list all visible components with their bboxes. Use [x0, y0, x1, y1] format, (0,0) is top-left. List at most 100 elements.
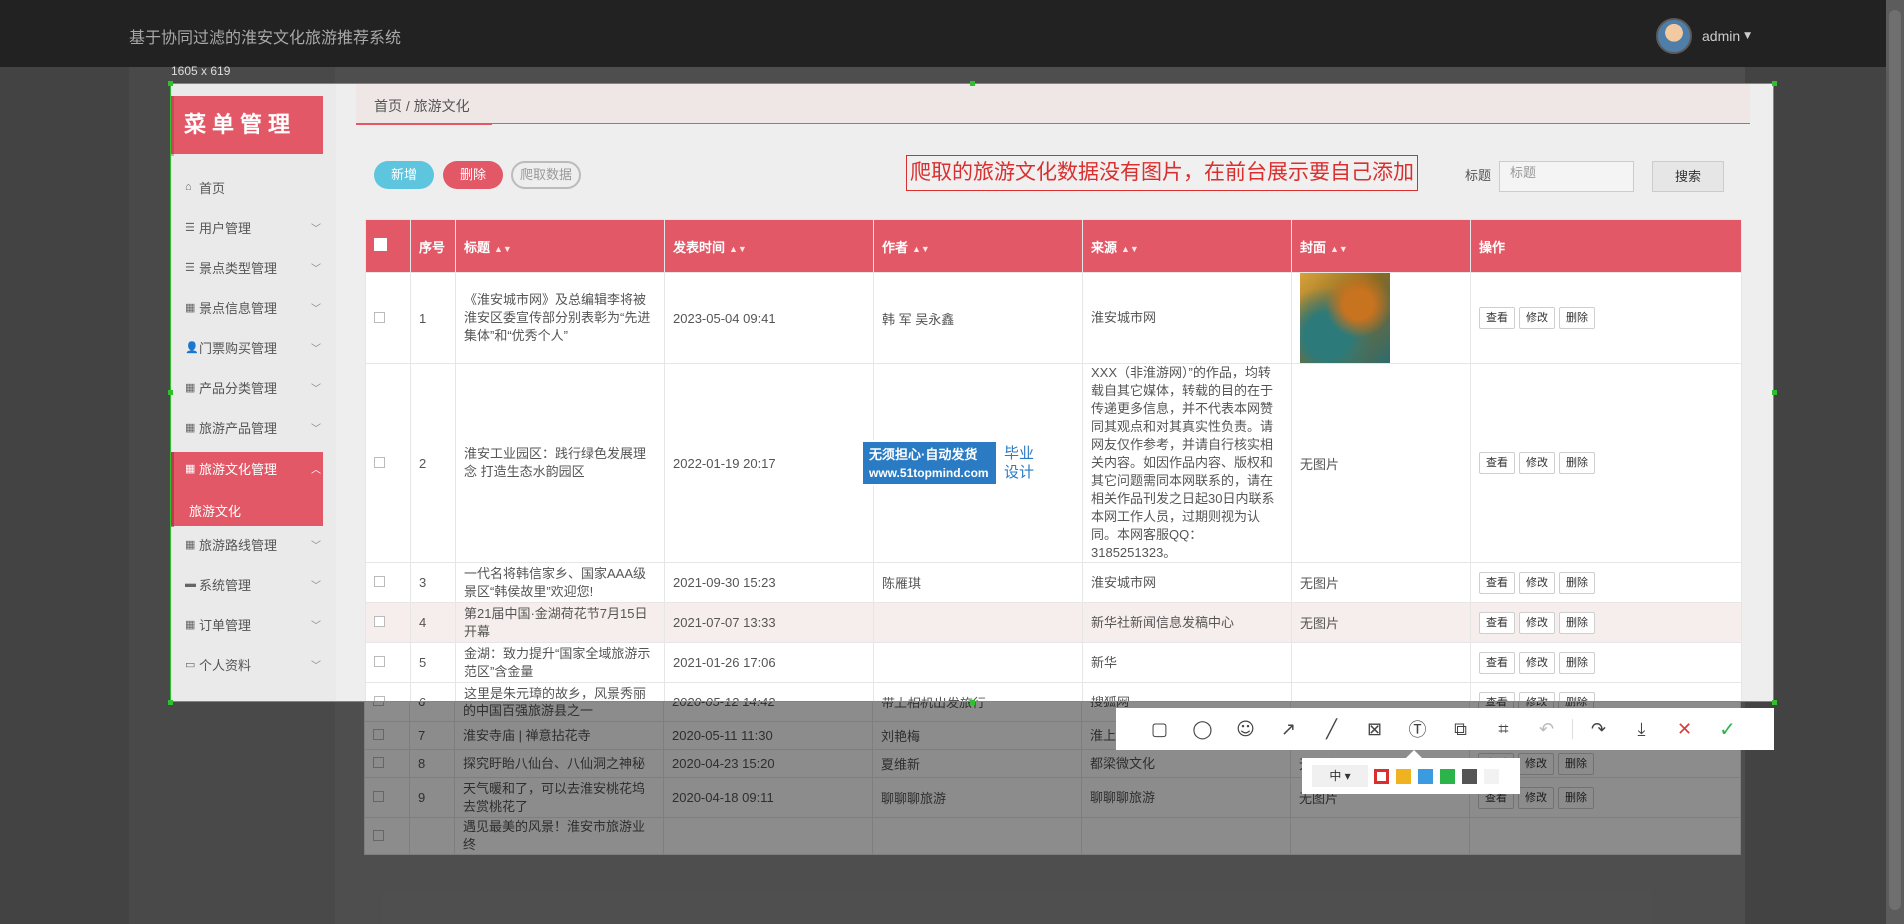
table-row[interactable]: 5金湖：致力提升“国家全域旅游示范区”含金量2021-01-26 17:06 新华… — [365, 642, 1742, 683]
delete-row-button[interactable]: 删除 — [1559, 611, 1595, 634]
select-all-checkbox[interactable] — [365, 219, 411, 273]
annotation-text-box[interactable]: 爬取的旅游文化数据没有图片，在前台展示要自己添加 — [906, 155, 1418, 191]
sidebar-item-6[interactable]: ▦ 产品分类管理 ﹀ — [185, 377, 323, 397]
breadcrumb[interactable]: 首页 / 旅游文化 — [374, 96, 470, 116]
sidebar-item-10[interactable]: ▬ 系统管理 ﹀ — [185, 574, 323, 594]
delete-row-button[interactable]: 删除 — [1559, 307, 1595, 329]
view-row-button[interactable]: 查看 — [1479, 611, 1515, 634]
resize-handle-s[interactable] — [970, 700, 975, 705]
save-icon[interactable]: ⤓ — [1620, 714, 1663, 744]
sidebar-item-12[interactable]: ▭ 个人资料 ﹀ — [185, 654, 323, 674]
resize-handle-e[interactable] — [1772, 390, 1777, 395]
delete-row-button[interactable]: 删除 — [1559, 651, 1595, 674]
user-name[interactable]: admin — [1702, 28, 1740, 44]
confirm-icon[interactable]: ✓ — [1706, 714, 1749, 744]
color-swatch[interactable] — [1462, 768, 1477, 784]
col-header-title[interactable]: 标题▲▼ — [455, 219, 665, 273]
table-row[interactable]: 4第21届中国·金湖荷花节7月15日开幕2021-07-07 13:33 新华社新… — [365, 602, 1742, 643]
ocr-icon[interactable]: ⌗ — [1482, 714, 1525, 744]
col-header-time[interactable]: 发表时间▲▼ — [664, 219, 874, 273]
col-header-author[interactable]: 作者▲▼ — [873, 219, 1083, 273]
edit-row-button[interactable]: 修改 — [1519, 691, 1555, 701]
cancel-icon[interactable]: ✕ — [1663, 714, 1706, 744]
col-header-cover[interactable]: 封面▲▼ — [1291, 219, 1471, 273]
table-row[interactable]: 遇见最美的风景！淮安市旅游业终 — [364, 817, 1741, 855]
table-row[interactable]: 3一代名将韩信家乡、国家AAA级景区“韩侯故里”欢迎您!2021-09-30 1… — [365, 562, 1742, 603]
delete-row-button[interactable]: 删除 — [1558, 752, 1594, 775]
resize-handle-nw[interactable] — [168, 81, 173, 86]
color-swatch[interactable] — [1484, 768, 1499, 784]
table-row[interactable]: 9 天气暖和了，可以去淮安桃花坞去赏桃花了 2020-04-18 09:11 聊聊聊旅… — [364, 777, 1741, 818]
user-menu[interactable]: admin ▼ — [1656, 18, 1751, 54]
view-row-button[interactable]: 查看 — [1479, 571, 1515, 594]
sidebar-item-3[interactable]: ☰ 景点类型管理 ﹀ — [185, 257, 323, 277]
table-row[interactable]: 2淮安工业园区：践行绿色发展理念 打造生态水韵园区2022-01-19 20:1… — [365, 363, 1742, 563]
row-checkbox[interactable] — [364, 777, 410, 818]
color-swatch[interactable] — [1440, 768, 1455, 784]
delete-row-button[interactable]: 删除 — [1559, 571, 1595, 594]
resize-handle-w[interactable] — [168, 390, 173, 395]
edit-row-button[interactable]: 修改 — [1519, 452, 1555, 474]
edit-row-button[interactable]: 修改 — [1519, 307, 1555, 329]
row-checkbox[interactable] — [364, 749, 410, 778]
table-row[interactable]: 1《淮安城市网》及总编辑李将被淮安区委宣传部分别表彰为“先进集体”和“优秀个人”… — [365, 272, 1742, 364]
edit-row-button[interactable]: 修改 — [1519, 571, 1555, 594]
delete-row-button[interactable]: 删除 — [1559, 452, 1595, 474]
emoji-icon[interactable]: ☺ — [1224, 714, 1267, 744]
edit-row-button[interactable]: 修改 — [1518, 786, 1554, 809]
view-row-button[interactable]: 查看 — [1479, 651, 1515, 674]
crawl-data-button[interactable]: 爬取数据 — [511, 161, 581, 189]
delete-button[interactable]: 删除 — [443, 161, 503, 189]
color-swatch[interactable] — [1374, 768, 1389, 784]
row-checkbox[interactable] — [365, 272, 411, 364]
view-row-button[interactable]: 查看 — [1479, 307, 1515, 329]
row-checkbox[interactable] — [364, 721, 410, 750]
row-checkbox[interactable] — [364, 817, 410, 855]
search-button[interactable]: 搜索 — [1652, 161, 1724, 192]
resize-handle-ne[interactable] — [1772, 81, 1777, 86]
delete-row-button[interactable]: 删除 — [1558, 786, 1594, 809]
row-checkbox[interactable] — [365, 363, 411, 563]
view-row-button[interactable]: 查看 — [1479, 452, 1515, 474]
row-checkbox[interactable] — [365, 642, 411, 683]
sidebar-item-7[interactable]: ▦ 旅游产品管理 ﹀ — [185, 417, 323, 437]
pen-icon[interactable]: ╱ — [1310, 714, 1353, 744]
undo-icon[interactable]: ↶ — [1525, 714, 1568, 744]
sidebar-item-2[interactable]: ☰ 用户管理 ﹀ — [185, 217, 323, 237]
sidebar-item-4[interactable]: ▦ 景点信息管理 ﹀ — [185, 297, 323, 317]
col-header-source[interactable]: 来源▲▼ — [1082, 219, 1292, 273]
edit-row-button[interactable]: 修改 — [1519, 611, 1555, 634]
row-checkbox[interactable] — [365, 562, 411, 603]
ellipse-icon[interactable]: ◯ — [1181, 714, 1224, 744]
add-button[interactable]: 新增 — [374, 161, 434, 189]
table-row[interactable]: 6这里是朱元璋的故乡，风景秀丽的中国百强旅游县之一2020-05-12 14:4… — [365, 682, 1742, 701]
submenu-item-culture[interactable]: 旅游文化 — [189, 501, 241, 520]
sidebar-item-8[interactable]: ▦ 旅游文化管理 ︿ — [185, 458, 323, 478]
row-checkbox[interactable] — [365, 682, 411, 701]
edit-row-button[interactable]: 修改 — [1519, 651, 1555, 674]
sidebar-item-11[interactable]: ▦ 订单管理 ﹀ — [185, 614, 323, 634]
resize-handle-se[interactable] — [1772, 700, 1777, 705]
color-swatch[interactable] — [1418, 768, 1433, 784]
table-row[interactable]: 8探究盱眙八仙台、八仙洞之神秘2020-04-23 15:20夏维新都梁微文化无… — [364, 749, 1741, 778]
sidebar-item-1[interactable]: ⌂ 首页 — [185, 177, 323, 197]
pin-icon[interactable]: ⧉ — [1439, 714, 1482, 744]
sidebar-item-9[interactable]: ▦ 旅游路线管理 ﹀ — [185, 534, 323, 554]
arrow-icon[interactable]: ↗ — [1267, 714, 1310, 744]
search-input[interactable]: 标题 — [1499, 161, 1634, 192]
mosaic-icon[interactable]: ⊠ — [1353, 714, 1396, 744]
avatar[interactable] — [1656, 18, 1692, 54]
row-checkbox[interactable] — [365, 602, 411, 643]
view-row-button[interactable]: 查看 — [1479, 691, 1515, 701]
sidebar-item-5[interactable]: 👤 门票购买管理 ﹀ — [185, 337, 323, 357]
color-swatch[interactable] — [1396, 768, 1411, 784]
resize-handle-sw[interactable] — [168, 700, 173, 705]
scrollbar-thumb[interactable] — [1889, 10, 1901, 910]
font-size-select[interactable]: 中 ▾ — [1312, 765, 1368, 787]
resize-handle-n[interactable] — [970, 81, 975, 86]
share-icon[interactable]: ↷ — [1577, 714, 1620, 744]
text-icon[interactable]: Ⓣ — [1396, 714, 1439, 744]
delete-row-button[interactable]: 删除 — [1559, 691, 1595, 701]
rectangle-icon[interactable]: ▢ — [1138, 714, 1181, 744]
screenshot-capture-region[interactable]: 菜单管理 ⌂ 首页 ☰ 用户管理 ﹀ ☰ 景点类型管理 ﹀ ▦ 景点信息管理 ﹀ 👤 门票购买管理 ﹀ ▦ 产… — [170, 83, 1774, 702]
